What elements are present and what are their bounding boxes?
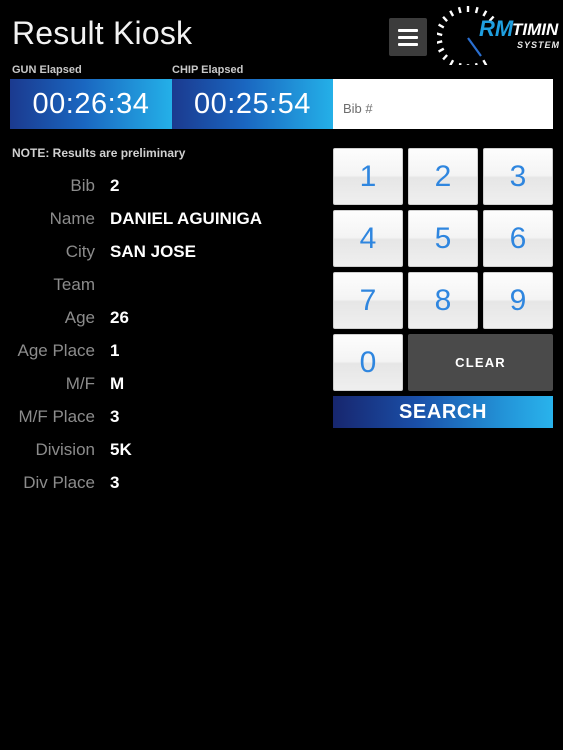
chip-elapsed-value: 00:25:54 bbox=[172, 79, 333, 129]
key-5[interactable]: 5 bbox=[408, 210, 478, 267]
field-label-mf: M/F bbox=[65, 374, 95, 393]
field-label-bib: Bib bbox=[70, 176, 95, 195]
field-value-bib: 2 bbox=[110, 176, 120, 195]
list-item: Division 5K bbox=[0, 437, 320, 470]
field-value-division: 5K bbox=[110, 440, 132, 459]
logo-word-systems: SYSTEMS bbox=[517, 40, 559, 50]
result-fields-list: Bib 2 Name DANIEL AGUINIGA City SAN JOSE… bbox=[0, 173, 320, 503]
preliminary-results-note: NOTE: Results are preliminary bbox=[12, 146, 186, 160]
list-item: Div Place 3 bbox=[0, 470, 320, 503]
list-item: City SAN JOSE bbox=[0, 239, 320, 272]
gun-elapsed-label: GUN Elapsed bbox=[12, 64, 82, 76]
field-label-div-place: Div Place bbox=[23, 473, 95, 492]
logo-word-timing: TIMING bbox=[512, 20, 559, 39]
list-item: M/F M bbox=[0, 371, 320, 404]
field-label-age-place: Age Place bbox=[17, 341, 96, 360]
field-label-mf-place: M/F Place bbox=[18, 407, 95, 426]
field-value-age: 26 bbox=[110, 308, 129, 327]
field-value-div-place: 3 bbox=[110, 473, 120, 492]
key-0[interactable]: 0 bbox=[333, 334, 403, 391]
menu-bar-2 bbox=[398, 35, 418, 39]
menu-bar-1 bbox=[398, 28, 418, 32]
list-item: Age 26 bbox=[0, 305, 320, 338]
gun-elapsed-value: 00:26:34 bbox=[10, 79, 172, 129]
key-4[interactable]: 4 bbox=[333, 210, 403, 267]
field-value-age-place: 1 bbox=[110, 341, 120, 360]
list-item: Name DANIEL AGUINIGA bbox=[0, 206, 320, 239]
numeric-keypad: 1 2 3 4 5 6 7 8 9 0 CLEAR SEARCH bbox=[333, 148, 553, 428]
key-1[interactable]: 1 bbox=[333, 148, 403, 205]
field-value-mf: M bbox=[110, 374, 125, 393]
field-value-city: SAN JOSE bbox=[110, 242, 196, 261]
bib-number-input[interactable] bbox=[333, 79, 553, 129]
result-kiosk-screen: Result Kiosk RM TIMIN SYSTE GUN Elapsed … bbox=[0, 0, 563, 750]
key-7[interactable]: 7 bbox=[333, 272, 403, 329]
clear-button[interactable]: CLEAR bbox=[408, 334, 553, 391]
page-title: Result Kiosk bbox=[12, 15, 193, 51]
hamburger-menu-icon[interactable] bbox=[389, 18, 427, 56]
list-item: Team bbox=[0, 272, 320, 305]
key-6[interactable]: 6 bbox=[483, 210, 553, 267]
timer-labels: GUN Elapsed CHIP Elapsed bbox=[0, 64, 563, 78]
app-header: Result Kiosk RM TIMIN SYSTE bbox=[0, 0, 563, 65]
menu-bar-3 bbox=[398, 42, 418, 46]
list-item: Bib 2 bbox=[0, 173, 320, 206]
list-item: M/F Place 3 bbox=[0, 404, 320, 437]
key-9[interactable]: 9 bbox=[483, 272, 553, 329]
field-label-division: Division bbox=[35, 440, 95, 459]
field-label-team: Team bbox=[53, 275, 95, 294]
logo-mark-rm: RM bbox=[479, 16, 514, 41]
rm-timing-systems-logo: RM TIMING SYSTEMS bbox=[437, 3, 559, 65]
field-value-mf-place: 3 bbox=[110, 407, 120, 426]
field-label-age: Age bbox=[64, 308, 95, 327]
field-label-name: Name bbox=[49, 209, 95, 228]
list-item: Age Place 1 bbox=[0, 338, 320, 371]
field-value-name: DANIEL AGUINIGA bbox=[110, 209, 263, 228]
key-8[interactable]: 8 bbox=[408, 272, 478, 329]
search-button[interactable]: SEARCH bbox=[333, 396, 553, 428]
chip-elapsed-label: CHIP Elapsed bbox=[172, 64, 244, 76]
key-2[interactable]: 2 bbox=[408, 148, 478, 205]
bib-input-container[interactable] bbox=[333, 79, 553, 129]
keypad-grid: 1 2 3 4 5 6 7 8 9 0 CLEAR bbox=[333, 148, 553, 391]
key-3[interactable]: 3 bbox=[483, 148, 553, 205]
field-label-city: City bbox=[65, 242, 95, 261]
